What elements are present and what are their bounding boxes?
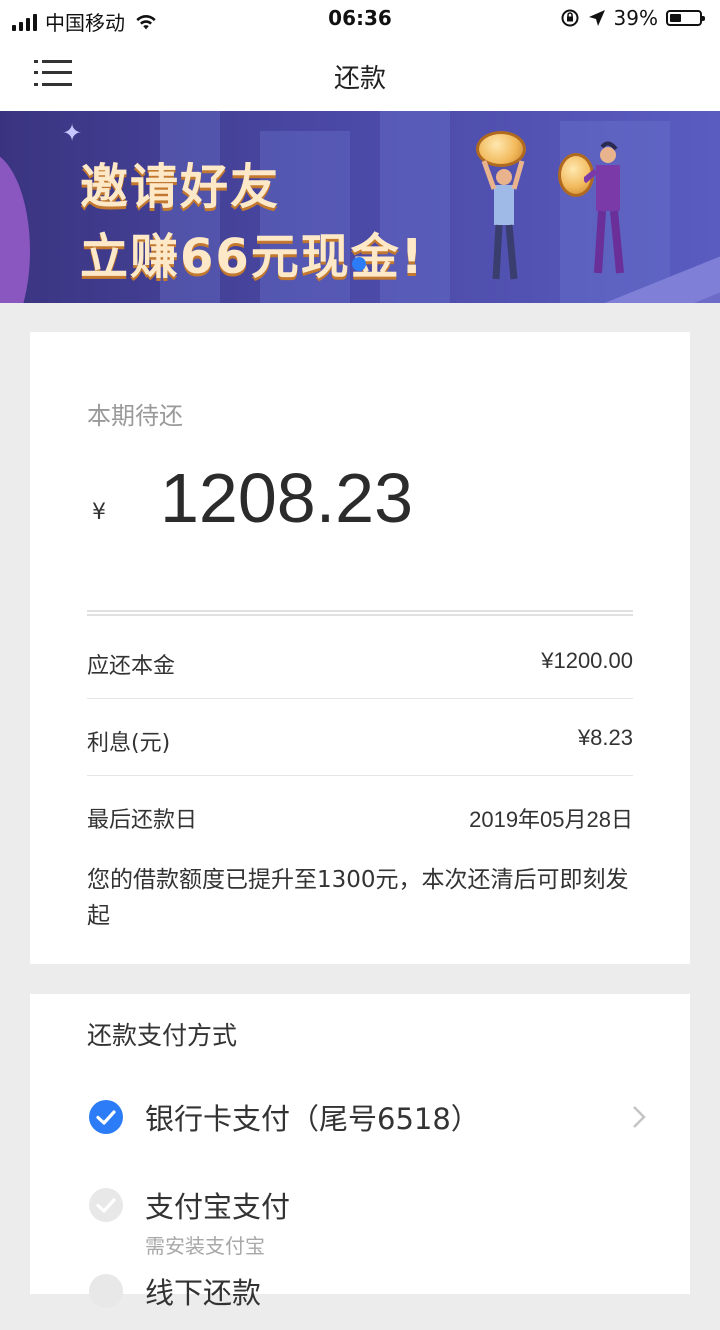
unchecked-icon [89, 1274, 123, 1308]
person-illustration [584, 141, 624, 274]
interest-value: ¥8.23 [577, 725, 633, 750]
checked-icon [89, 1100, 123, 1134]
promo-banner[interactable]: ✦ 邀请好友 立赚66元现金! [0, 111, 720, 303]
repayment-card: 本期待还 ¥ 1208.23 应还本金 ¥1200.00 利息(元) ¥8.23… [30, 332, 690, 964]
carousel-indicator[interactable] [352, 257, 366, 271]
sparkle-icon: ✦ [62, 119, 83, 147]
due-date-label: 最后还款日 [87, 808, 198, 833]
principal-label: 应还本金 [87, 654, 176, 679]
credit-notice: 您的借款额度已提升至1300元，本次还清后可即刻发起 [87, 867, 629, 929]
battery-percent: 39% [613, 6, 658, 30]
divider [87, 610, 633, 616]
alipay-label: 支付宝支付 [145, 1190, 291, 1224]
banner-decoration [0, 151, 30, 303]
location-icon [588, 10, 605, 26]
orientation-lock-icon [561, 9, 579, 27]
due-amount: 1208.23 [160, 459, 414, 537]
currency-symbol: ¥ [92, 500, 106, 525]
offline-repayment-option[interactable]: 线下还款 [87, 1270, 647, 1330]
due-date-value: 2019年05月28日 [469, 807, 633, 832]
person-illustration [481, 160, 525, 280]
divider [87, 775, 633, 776]
alipay-option[interactable]: 支付宝支付 需安装支付宝 [87, 1184, 647, 1264]
payment-method-card: 还款支付方式 银行卡支付（尾号6518） 支付宝支付 需安装支付宝 线下还款 [30, 994, 690, 1310]
status-right: 39% [560, 6, 705, 30]
due-label: 本期待还 [87, 402, 183, 430]
unchecked-icon [89, 1188, 123, 1222]
banner-headline: 邀请好友 [80, 159, 281, 215]
offline-repayment-label: 线下还款 [145, 1276, 262, 1310]
alipay-hint: 需安装支付宝 [145, 1234, 265, 1258]
interest-label: 利息(元) [87, 731, 171, 756]
status-bar: 中国移动 06:36 39% [0, 0, 720, 38]
banner-subheadline: 立赚66元现金! [80, 229, 425, 285]
page-title: 还款 [333, 64, 386, 94]
battery-icon [666, 10, 705, 26]
divider [87, 698, 633, 699]
bank-card-option[interactable]: 银行卡支付（尾号6518） [87, 1096, 647, 1156]
payment-method-title: 还款支付方式 [87, 1021, 238, 1050]
nav-bar: 还款 [0, 38, 720, 112]
chevron-right-icon[interactable] [631, 1104, 647, 1130]
bank-card-label: 银行卡支付（尾号6518） [145, 1102, 480, 1136]
principal-value: ¥1200.00 [541, 648, 633, 673]
